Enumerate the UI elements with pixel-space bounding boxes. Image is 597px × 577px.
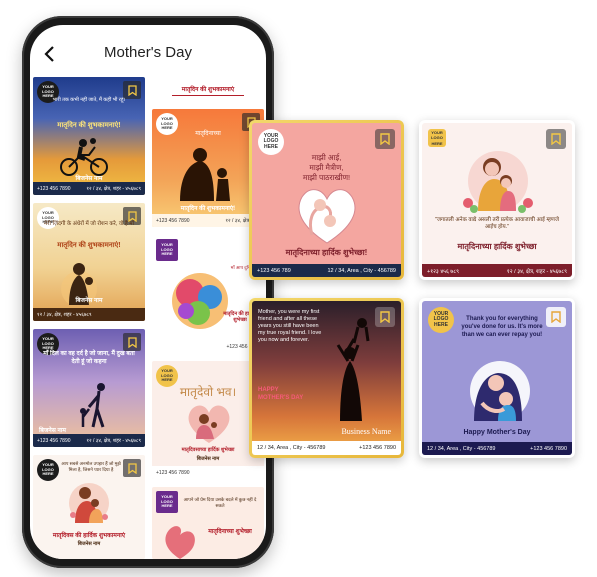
bookmark-icon xyxy=(551,311,561,323)
card-footer: 12 / 34, Area , City - 456789 +123 456 7… xyxy=(252,441,401,455)
bookmark-icon xyxy=(127,336,137,348)
card-footer: १२ / ३४, क्षेत्र, शहर - ४५६७८९ xyxy=(33,308,145,321)
template-card-4[interactable]: YOUR LOGO HERE माँ आप दुनिया की सबसे मात… xyxy=(152,235,264,353)
template-card-8[interactable]: YOUR LOGO HERE आपने जो प्रेम दिया उसके ब… xyxy=(152,487,264,559)
mother-lifting-child-silhouette xyxy=(336,318,370,421)
bookmark-icon xyxy=(380,133,390,145)
bookmark-button[interactable] xyxy=(546,307,566,327)
bookmark-icon xyxy=(127,462,137,474)
template-card-2-top[interactable]: मातृदिन की शुभकामनाएं xyxy=(152,77,264,103)
heart-mother-illustration xyxy=(188,405,230,443)
bookmark-icon xyxy=(127,210,137,222)
mother-profile-art xyxy=(165,526,195,559)
page-title: Mother's Day xyxy=(104,44,192,61)
card-footer: +१२३ ४५६ ७८९ १२ / ३४, क्षेत्र, शहर - ४५६… xyxy=(422,264,572,277)
logo-badge: YOUR LOGO HERE xyxy=(428,129,446,147)
phone-screen: Mother's Day YOUR LOGO HERE भारी तक कभी … xyxy=(30,25,266,559)
template-card-7[interactable]: YOUR LOGO HERE आप सबसे अनमोल उपहार हैं ज… xyxy=(33,455,145,559)
mother-daughter-floral-illustration xyxy=(463,151,533,213)
cyclist-silhouette xyxy=(60,138,108,176)
card-footer: +123 456 7890 १२ / ३४, क्षेत्र, शहर xyxy=(152,214,264,227)
card-footer: +123 456 7890 xyxy=(152,340,264,353)
bookmark-icon xyxy=(127,84,137,96)
mother-child-silhouette xyxy=(180,148,230,201)
template-card-5[interactable]: YOUR LOGO HERE माँ दिल का वह दर्द है जो … xyxy=(33,329,145,447)
template-card-1[interactable]: YOUR LOGO HERE भारी तक कभी नहीं जाते, मै… xyxy=(33,77,145,195)
bookmark-icon xyxy=(551,133,561,145)
card-footer: +123 456 7890 xyxy=(152,466,264,479)
mother-walk-silhouette xyxy=(80,383,105,428)
bookmark-button[interactable] xyxy=(375,129,395,149)
logo-badge: YOUR LOGO HERE xyxy=(37,459,59,481)
logo-badge: YOUR LOGO HERE xyxy=(428,307,454,333)
card-footer: 12 / 34, Area , City - 456789 +123 456 7… xyxy=(422,442,572,455)
featured-card-pink[interactable]: YOUR LOGO HERE माझी आई, माझी मैत्रीण, मा… xyxy=(249,120,404,280)
phone-frame: Mother's Day YOUR LOGO HERE भारी तक कभी … xyxy=(22,16,274,568)
bookmark-button[interactable] xyxy=(546,129,566,149)
template-card-6[interactable]: YOUR LOGO HERE मातृदेवो भव। मातृदिवसाच्य… xyxy=(152,361,264,479)
mother-hug-illustration xyxy=(69,483,109,523)
card-footer: +123 456 7890 १२ / ३४, क्षेत्र, शहर - ४५६… xyxy=(33,434,145,447)
logo-badge: YOUR LOGO HERE xyxy=(156,239,178,261)
template-grid[interactable]: YOUR LOGO HERE भारी तक कभी नहीं जाते, मै… xyxy=(30,77,266,559)
mother-hugging-child-illustration xyxy=(470,361,530,421)
featured-card-floral[interactable]: YOUR LOGO HERE "जगातली अनेक वाद्ये असली … xyxy=(419,120,575,280)
logo-badge: YOUR LOGO HERE xyxy=(156,491,178,513)
template-card-2[interactable]: YOUR LOGO HERE मातृदिनाच्या मातृदिन की श… xyxy=(152,109,264,227)
bookmark-button[interactable] xyxy=(123,333,141,351)
template-card-3[interactable]: YOUR LOGO HERE मेरी ज़िंदगी के अंधेरों म… xyxy=(33,203,145,321)
app-header: Mother's Day xyxy=(30,39,266,69)
featured-card-sunset[interactable]: Mother, you were my first friend and aft… xyxy=(249,298,404,458)
bookmark-button[interactable] xyxy=(123,459,141,477)
featured-card-lavender[interactable]: YOUR LOGO HERE Thank you for everything … xyxy=(419,298,575,458)
logo-badge: YOUR LOGO HERE xyxy=(258,129,284,155)
promo-stage: Mother's Day YOUR LOGO HERE भारी तक कभी … xyxy=(0,0,597,577)
heart-mother-baby-illustration xyxy=(298,189,356,244)
card-footer: +123 456 7890 १२ / ३४, क्षेत्र, शहर - ४५६… xyxy=(33,182,145,195)
card-footer: +123 456 789 12 / 34, Area , City - 4567… xyxy=(252,264,401,277)
